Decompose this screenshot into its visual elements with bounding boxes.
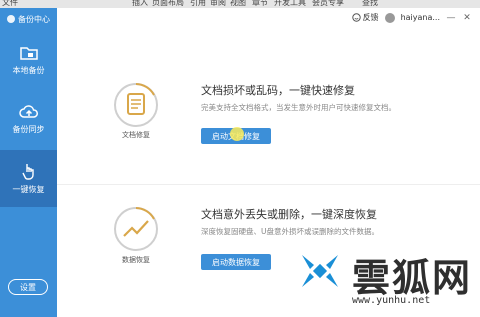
avatar[interactable] xyxy=(384,12,395,23)
menu-item[interactable]: 插入 xyxy=(132,0,148,8)
doc-repair-caption: 文档修复 xyxy=(122,131,150,139)
minimize-icon[interactable]: — xyxy=(446,13,456,23)
sidebar-item-local-backup[interactable]: 本地备份 xyxy=(0,32,57,89)
menu-item[interactable]: 会员专享 xyxy=(312,0,344,8)
doc-repair-title: 文档损坏或乱码，一键快速修复 xyxy=(201,84,355,97)
sidebar-item-label: 一键恢复 xyxy=(12,185,45,194)
data-recovery-desc: 深度恢复固硬盘、U盘意外损坏或误删除的文件数据。 xyxy=(201,227,379,236)
settings-button[interactable]: 设置 xyxy=(8,279,48,295)
doc-repair-icon xyxy=(111,80,161,130)
data-recovery-title: 文档意外丢失或删除，一键深度恢复 xyxy=(201,208,377,221)
menu-item[interactable]: 文件 xyxy=(2,0,18,8)
app-brand: 备份中心 xyxy=(0,8,57,30)
sidebar-item-label: 备份同步 xyxy=(12,125,45,134)
menu-item[interactable]: 引用 xyxy=(190,0,206,8)
data-recovery-icon xyxy=(111,204,161,254)
watermark-url: www.yunhu.net xyxy=(352,295,431,306)
cloud-upload-icon xyxy=(18,105,38,118)
host-menu-strip: 文件 插入 页面布局 引用 审阅 视图 章节 开发工具 会员专享 查找 xyxy=(0,0,480,8)
sidebar-item-one-click-restore[interactable]: 一键恢复 xyxy=(0,150,57,207)
sidebar-item-label: 本地备份 xyxy=(12,66,45,75)
data-recovery-caption: 数据恢复 xyxy=(122,256,150,264)
menu-item[interactable]: 查找 xyxy=(362,0,378,8)
folder-icon xyxy=(19,47,38,60)
section-divider xyxy=(57,184,480,185)
app-logo-icon xyxy=(7,15,15,23)
feature-doc-repair: 文档修复 文档损坏或乱码，一键快速修复 完美支持全文档格式，当发生意外时用户可快… xyxy=(114,76,417,166)
doc-repair-desc: 完美支持全文档格式，当发生意外时用户可快速修复文档。 xyxy=(201,103,396,112)
sidebar: 备份中心 本地备份 备份同步 一键恢复 设置 xyxy=(0,8,57,317)
app-title: 备份中心 xyxy=(18,14,50,24)
user-name[interactable]: haiyana... xyxy=(401,13,440,22)
menu-item[interactable]: 视图 xyxy=(230,0,246,8)
header-controls: 反馈 haiyana... — ✕ xyxy=(351,12,472,23)
menu-item[interactable]: 审阅 xyxy=(210,0,226,8)
watermark: 雲狐网 www.yunhu.net xyxy=(296,243,474,313)
feedback-label: 反馈 xyxy=(362,13,379,22)
watermark-name: 雲狐网 xyxy=(352,255,473,300)
watermark-logo-icon xyxy=(302,255,338,287)
close-icon[interactable]: ✕ xyxy=(462,13,472,23)
smile-icon xyxy=(351,13,361,22)
feedback-button[interactable]: 反馈 xyxy=(351,12,379,23)
sidebar-item-backup-sync[interactable]: 备份同步 xyxy=(0,91,57,148)
pointer-hand-icon xyxy=(21,164,34,180)
menu-item[interactable]: 页面布局 xyxy=(152,0,184,8)
menu-item[interactable]: 开发工具 xyxy=(274,0,306,8)
cursor-highlight xyxy=(230,127,244,141)
menu-item[interactable]: 章节 xyxy=(252,0,268,8)
start-data-recovery-button[interactable]: 启动数据恢复 xyxy=(201,254,271,270)
header: 反馈 haiyana... — ✕ xyxy=(57,8,480,30)
